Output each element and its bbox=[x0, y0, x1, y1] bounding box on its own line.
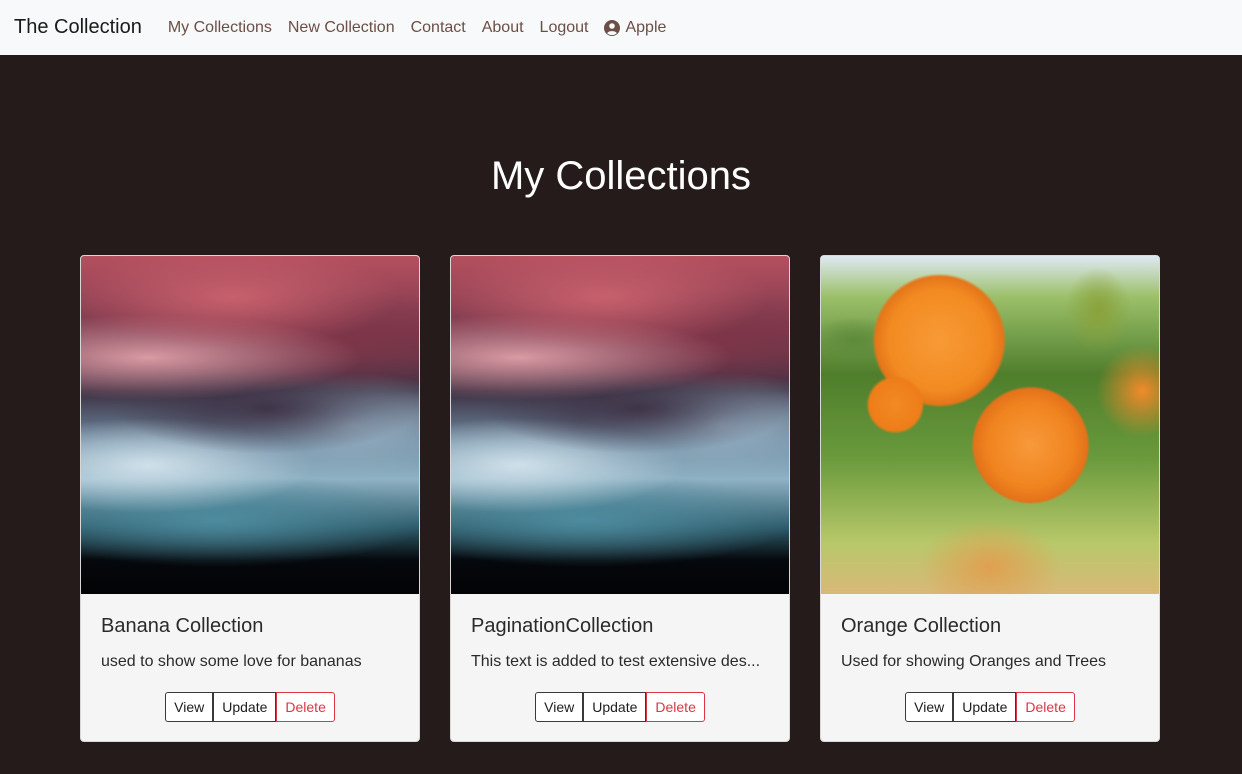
brand-link[interactable]: The Collection bbox=[14, 16, 142, 39]
collection-description: Used for showing Oranges and Trees bbox=[841, 653, 1107, 670]
navbar: The Collection My Collections New Collec… bbox=[0, 0, 1242, 55]
nav-about[interactable]: About bbox=[482, 19, 524, 37]
collection-card: PaginationCollection This text is added … bbox=[450, 255, 790, 742]
delete-button[interactable]: Delete bbox=[646, 692, 705, 722]
view-button[interactable]: View bbox=[165, 692, 214, 722]
card-actions: View Update Delete bbox=[841, 692, 1139, 722]
delete-button[interactable]: Delete bbox=[1016, 692, 1075, 722]
user-circle-icon bbox=[604, 19, 621, 36]
page-title: My Collections bbox=[490, 154, 752, 198]
collection-image bbox=[821, 256, 1159, 594]
card-body: Banana Collection used to show some love… bbox=[81, 594, 419, 722]
nav-logout[interactable]: Logout bbox=[540, 19, 589, 37]
update-button[interactable]: Update bbox=[583, 692, 647, 722]
delete-button[interactable]: Delete bbox=[276, 692, 335, 722]
collection-title: Orange Collection bbox=[841, 615, 1002, 637]
collection-title: PaginationCollection bbox=[471, 615, 654, 637]
card-body: PaginationCollection This text is added … bbox=[451, 594, 789, 722]
collection-title: Banana Collection bbox=[101, 615, 264, 637]
collection-card: Banana Collection used to show some love… bbox=[80, 255, 420, 742]
card-body: Orange Collection Used for showing Orang… bbox=[821, 594, 1159, 722]
view-button[interactable]: View bbox=[535, 692, 584, 722]
nav-contact[interactable]: Contact bbox=[411, 19, 466, 37]
user-name: Apple bbox=[625, 18, 667, 36]
nav-user[interactable]: Apple bbox=[604, 19, 666, 37]
collection-cards: Banana Collection used to show some love… bbox=[80, 255, 1160, 742]
view-button[interactable]: View bbox=[905, 692, 954, 722]
nav-my-collections[interactable]: My Collections bbox=[168, 19, 272, 37]
card-actions: View Update Delete bbox=[101, 692, 399, 722]
collection-description: This text is added to test extensive des… bbox=[471, 653, 761, 670]
collection-image bbox=[81, 256, 419, 594]
update-button[interactable]: Update bbox=[953, 692, 1017, 722]
collection-image bbox=[451, 256, 789, 594]
collection-description: used to show some love for bananas bbox=[101, 653, 362, 670]
update-button[interactable]: Update bbox=[213, 692, 277, 722]
card-actions: View Update Delete bbox=[471, 692, 769, 722]
collection-card: Orange Collection Used for showing Orang… bbox=[820, 255, 1160, 742]
nav-new-collection[interactable]: New Collection bbox=[288, 19, 395, 37]
nav-links: My Collections New Collection Contact Ab… bbox=[168, 19, 683, 37]
